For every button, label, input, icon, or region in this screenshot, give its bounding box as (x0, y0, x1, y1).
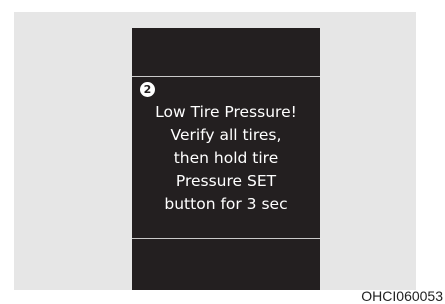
message-line: Low Tire Pressure! (155, 103, 297, 121)
warning-message: Low Tire Pressure! Verify all tires, the… (132, 101, 320, 216)
display-divider-bottom (132, 238, 320, 239)
message-line: Pressure SET (175, 172, 277, 190)
cluster-display: 2 Low Tire Pressure! Verify all tires, t… (132, 28, 320, 290)
step-number-badge: 2 (140, 82, 155, 97)
display-divider-top (132, 76, 320, 77)
message-line: then hold tire (173, 149, 279, 167)
message-line: Verify all tires, (170, 126, 282, 144)
figure-code-label: OHCI060053 (361, 288, 443, 304)
message-line: button for 3 sec (164, 195, 288, 213)
